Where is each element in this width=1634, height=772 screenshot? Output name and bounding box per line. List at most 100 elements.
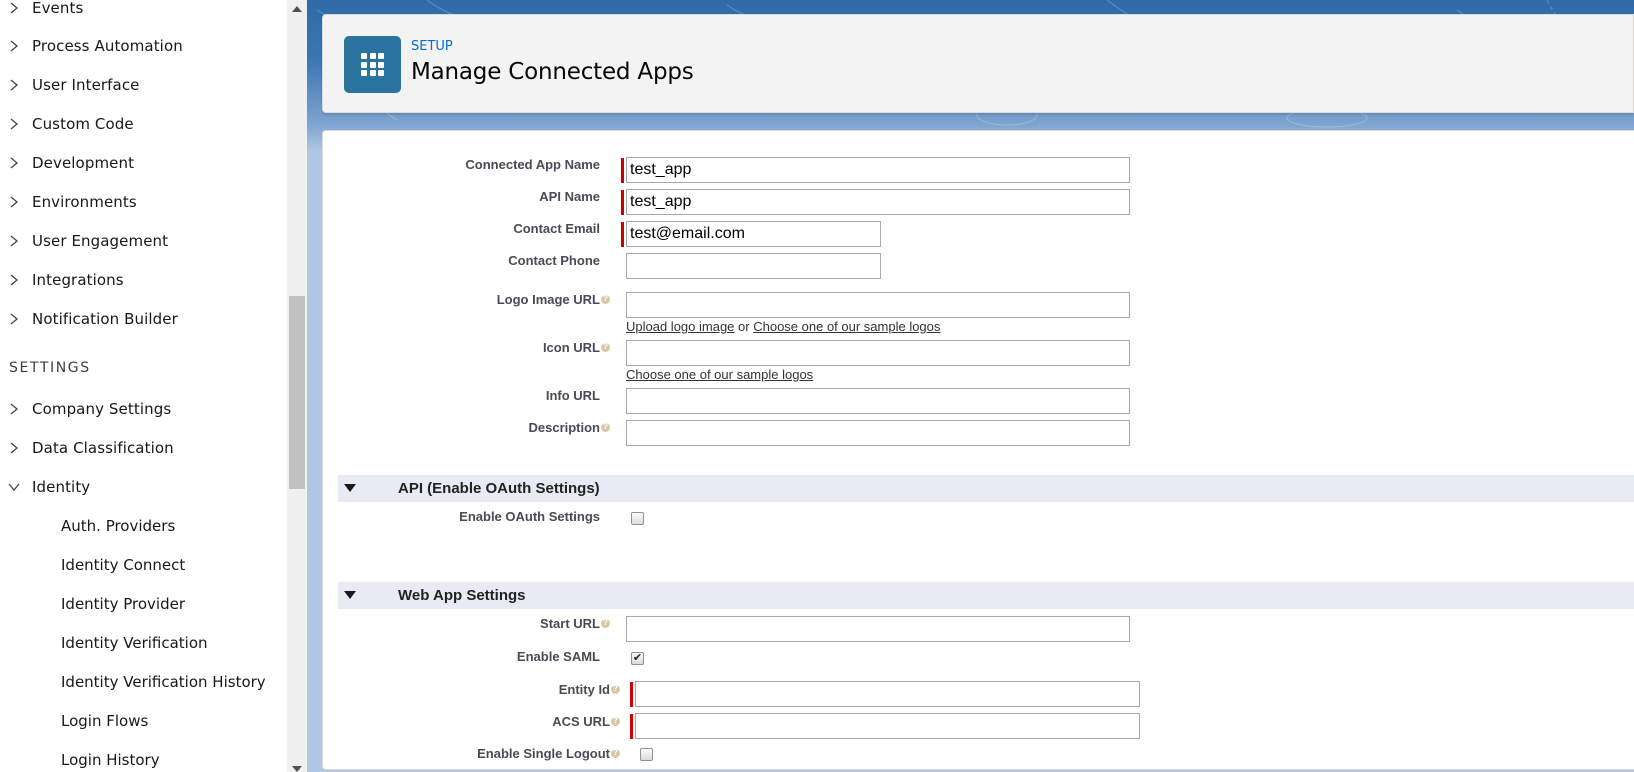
enable-single-logout-checkbox[interactable] <box>640 748 653 761</box>
required-indicator <box>630 682 633 707</box>
start-url-label: Start URL <box>540 616 610 631</box>
chevron-right-icon <box>7 78 21 92</box>
start-url-input[interactable] <box>626 616 1130 642</box>
sidebar-item-development[interactable]: Development <box>0 151 134 175</box>
required-indicator <box>621 158 624 183</box>
enable-oauth-checkbox[interactable] <box>631 512 644 525</box>
web-app-section-header[interactable]: Web App Settings <box>338 582 1634 609</box>
description-input[interactable] <box>626 420 1130 446</box>
chevron-right-icon <box>7 312 21 326</box>
or-text: or <box>738 319 750 334</box>
contact-phone-label: Contact Phone <box>508 253 600 268</box>
sidebar-subitem-login-history[interactable]: Login History <box>61 748 160 772</box>
entity-id-label-text: Entity Id <box>558 682 610 697</box>
sidebar-subitem-identity-verification-history[interactable]: Identity Verification History <box>61 670 266 694</box>
sidebar-subitem-identity-verification[interactable]: Identity Verification <box>61 631 208 655</box>
info-url-input[interactable] <box>626 388 1130 414</box>
sidebar-item-label: Events <box>32 0 84 17</box>
help-icon[interactable] <box>601 342 610 353</box>
logo-links: Upload logo image or Choose one of our s… <box>626 319 940 334</box>
sidebar-subitem-identity-provider[interactable]: Identity Provider <box>61 592 185 616</box>
sidebar-item-integrations[interactable]: Integrations <box>0 268 124 292</box>
sidebar-section-heading-settings: SETTINGS <box>9 360 91 376</box>
contact-email-input[interactable] <box>626 221 881 247</box>
sidebar-subitem-login-flows[interactable]: Login Flows <box>61 709 148 733</box>
choose-sample-logos-link[interactable]: Choose one of our sample logos <box>753 319 940 334</box>
sidebar-item-label: Identity <box>32 478 91 496</box>
api-name-input[interactable] <box>626 189 1130 215</box>
connected-app-name-input[interactable] <box>626 157 1130 183</box>
checkmark-icon: ✔ <box>632 652 643 664</box>
description-label: Description <box>528 420 610 435</box>
icon-links: Choose one of our sample logos <box>626 367 813 382</box>
required-indicator <box>621 222 624 247</box>
sidebar-item-events[interactable]: Events <box>0 0 83 20</box>
help-icon[interactable] <box>601 294 610 305</box>
chevron-right-icon <box>7 39 21 53</box>
help-icon[interactable] <box>601 422 610 433</box>
logo-image-url-label-text: Logo Image URL <box>496 292 600 307</box>
breadcrumb[interactable]: SETUP <box>411 39 453 54</box>
help-icon[interactable] <box>611 748 620 759</box>
chevron-right-icon <box>7 156 21 170</box>
help-icon[interactable] <box>611 716 620 727</box>
sidebar-item-process-automation[interactable]: Process Automation <box>0 34 183 58</box>
entity-id-label: Entity Id <box>559 682 620 697</box>
sidebar-item-notification-builder[interactable]: Notification Builder <box>0 307 178 331</box>
chevron-right-icon <box>7 234 21 248</box>
scroll-down-arrow-icon[interactable] <box>292 766 302 772</box>
sidebar-item-label: Custom Code <box>32 115 134 133</box>
connected-app-name-label: Connected App Name <box>465 157 600 172</box>
api-name-label: API Name <box>539 189 600 204</box>
help-icon[interactable] <box>611 684 620 695</box>
chevron-down-icon <box>7 480 21 494</box>
scroll-up-arrow-icon[interactable] <box>292 6 302 12</box>
enable-single-logout-label-text: Enable Single Logout <box>477 746 610 761</box>
sidebar-item-data-classification[interactable]: Data Classification <box>0 436 174 460</box>
contact-email-label: Contact Email <box>513 221 600 236</box>
sidebar-item-custom-code[interactable]: Custom Code <box>0 112 134 136</box>
section-title: API (Enable OAuth Settings) <box>398 480 600 497</box>
acs-url-label-text: ACS URL <box>552 714 610 729</box>
sidebar-item-user-interface[interactable]: User Interface <box>0 73 140 97</box>
entity-id-input[interactable] <box>635 681 1140 707</box>
sidebar-item-label: User Engagement <box>32 232 169 250</box>
logo-image-url-label: Logo Image URL <box>497 292 610 307</box>
contact-phone-input[interactable] <box>626 253 881 279</box>
enable-oauth-label: Enable OAuth Settings <box>459 509 600 524</box>
sidebar-item-user-engagement[interactable]: User Engagement <box>0 229 168 253</box>
sidebar-item-company-settings[interactable]: Company Settings <box>0 397 171 421</box>
section-title: Web App Settings <box>398 587 526 604</box>
acs-url-input[interactable] <box>635 713 1140 739</box>
setup-sidebar: Events Process Automation User Interface… <box>0 0 287 772</box>
sidebar-item-label: Development <box>32 154 135 172</box>
icon-url-input[interactable] <box>626 340 1130 366</box>
sidebar-subitem-auth-providers[interactable]: Auth. Providers <box>61 514 175 538</box>
sidebar-item-identity[interactable]: Identity <box>0 475 90 499</box>
chevron-right-icon <box>7 441 21 455</box>
required-indicator <box>621 190 624 215</box>
start-url-label-text: Start URL <box>540 616 600 631</box>
chevron-right-icon <box>7 195 21 209</box>
sidebar-scrollbar[interactable] <box>287 0 307 772</box>
enable-single-logout-label: Enable Single Logout <box>477 746 620 761</box>
sidebar-item-environments[interactable]: Environments <box>0 190 137 214</box>
chevron-right-icon <box>7 273 21 287</box>
api-oauth-section-header[interactable]: API (Enable OAuth Settings) <box>338 475 1634 502</box>
sidebar-item-label: Process Automation <box>32 37 183 55</box>
upload-logo-image-link[interactable]: Upload logo image <box>626 319 734 334</box>
choose-sample-icon-logos-link[interactable]: Choose one of our sample logos <box>626 367 813 382</box>
help-icon[interactable] <box>601 618 610 629</box>
logo-image-url-input[interactable] <box>626 292 1130 318</box>
acs-url-label: ACS URL <box>552 714 620 729</box>
icon-url-label: Icon URL <box>543 340 610 355</box>
sidebar-item-label: Company Settings <box>32 400 172 418</box>
sidebar-subitem-identity-connect[interactable]: Identity Connect <box>61 553 185 577</box>
sidebar-item-label: User Interface <box>32 76 140 94</box>
icon-url-label-text: Icon URL <box>542 340 600 355</box>
collapse-triangle-icon[interactable] <box>344 484 356 492</box>
required-indicator <box>630 714 633 739</box>
enable-saml-checkbox[interactable]: ✔ <box>631 652 644 665</box>
collapse-triangle-icon[interactable] <box>344 591 356 599</box>
scrollbar-thumb[interactable] <box>289 296 305 489</box>
